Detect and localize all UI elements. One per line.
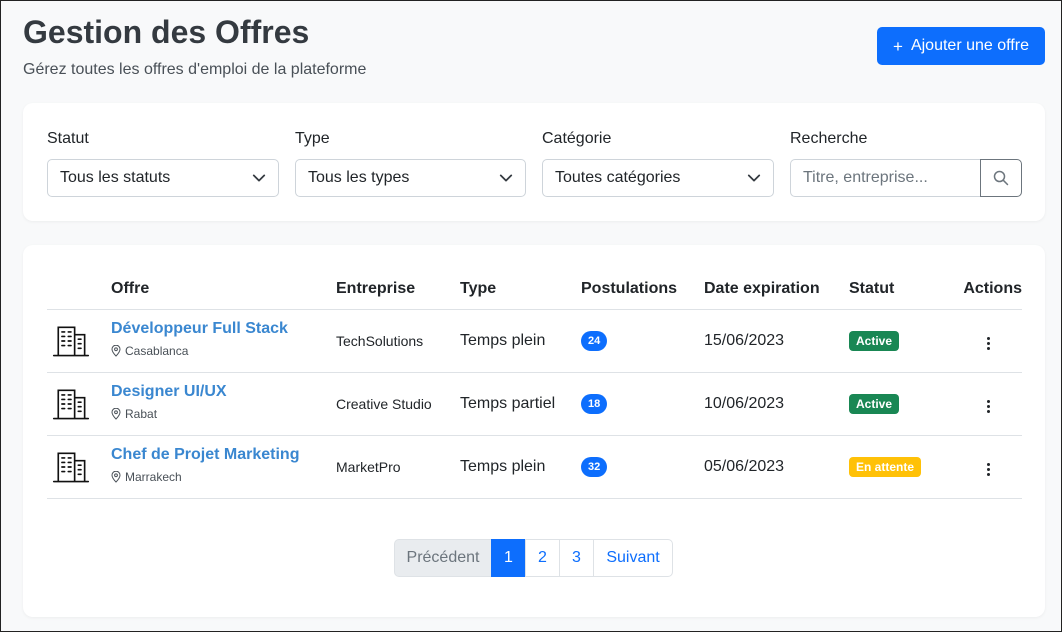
offer-title-link[interactable]: Chef de Projet Marketing bbox=[111, 446, 336, 464]
status-badge: Active bbox=[849, 330, 900, 351]
status-cell: Active bbox=[849, 309, 954, 373]
company-cell: MarketPro bbox=[336, 435, 460, 499]
page-header: Gestion des Offres Gérez toutes les offr… bbox=[23, 13, 366, 79]
status-badge: Active bbox=[849, 393, 900, 414]
plus-icon: + bbox=[893, 36, 903, 56]
type-filter: Type Tous les types bbox=[295, 129, 526, 197]
offer-icon-cell bbox=[47, 309, 111, 373]
column-header-company: Entreprise bbox=[336, 269, 460, 310]
status-filter: Statut Tous les statuts bbox=[47, 129, 279, 197]
add-offer-button[interactable]: + Ajouter une offre bbox=[877, 27, 1045, 65]
pagination-page-1[interactable]: 1 bbox=[491, 539, 526, 577]
building-icon bbox=[47, 447, 91, 487]
offer-cell: Chef de Projet Marketing Marrakech bbox=[111, 435, 336, 499]
icon-column-header bbox=[47, 269, 111, 310]
expiration-cell: 10/06/2023 bbox=[704, 372, 849, 436]
actions-cell bbox=[954, 309, 1022, 373]
offer-location: Rabat bbox=[111, 407, 336, 421]
more-vertical-icon[interactable] bbox=[983, 459, 994, 480]
chevron-down-icon bbox=[747, 174, 761, 182]
status-cell: Active bbox=[849, 372, 954, 436]
chevron-down-icon bbox=[252, 174, 266, 182]
column-header-status: Statut bbox=[849, 269, 954, 310]
company-cell: Creative Studio bbox=[336, 372, 460, 436]
type-select[interactable]: Tous les types bbox=[295, 159, 526, 197]
offer-location: Casablanca bbox=[111, 344, 336, 358]
map-pin-icon bbox=[111, 470, 121, 483]
actions-cell bbox=[954, 435, 1022, 499]
offers-table: Offre Entreprise Type Postulations Date … bbox=[47, 269, 1022, 499]
search-icon bbox=[993, 170, 1009, 186]
offer-title-link[interactable]: Développeur Full Stack bbox=[111, 320, 336, 338]
page-subtitle: Gérez toutes les offres d'emploi de la p… bbox=[23, 61, 367, 78]
more-vertical-icon[interactable] bbox=[983, 396, 994, 417]
expiration-cell: 05/06/2023 bbox=[704, 435, 849, 499]
applications-badge: 32 bbox=[581, 456, 608, 477]
column-header-applications: Postulations bbox=[581, 269, 704, 310]
applications-cell: 24 bbox=[581, 309, 704, 373]
type-select-value: Tous les types bbox=[308, 169, 410, 186]
applications-badge: 18 bbox=[581, 393, 608, 414]
offer-cell: Designer UI/UX Rabat bbox=[111, 372, 336, 436]
map-pin-icon bbox=[111, 407, 121, 420]
applications-cell: 32 bbox=[581, 435, 704, 499]
pagination-next[interactable]: Suivant bbox=[593, 539, 673, 577]
status-filter-label: Statut bbox=[47, 130, 89, 147]
category-select[interactable]: Toutes catégories bbox=[542, 159, 774, 197]
type-cell: Temps plein bbox=[460, 309, 581, 373]
pagination-page-3[interactable]: 3 bbox=[559, 539, 594, 577]
search-group bbox=[790, 159, 1022, 197]
map-pin-icon bbox=[111, 344, 121, 357]
offer-cell: Développeur Full Stack Casablanca bbox=[111, 309, 336, 373]
offer-location-text: Marrakech bbox=[125, 469, 182, 484]
offer-location: Marrakech bbox=[111, 470, 336, 484]
offer-title-link[interactable]: Designer UI/UX bbox=[111, 383, 336, 401]
status-cell: En attente bbox=[849, 435, 954, 499]
category-select-value: Toutes catégories bbox=[555, 169, 681, 186]
type-filter-label: Type bbox=[295, 130, 330, 147]
search-filter-label: Recherche bbox=[790, 130, 868, 147]
offer-icon-cell bbox=[47, 372, 111, 436]
filters-card: Statut Tous les statuts Type Tous les ty… bbox=[23, 103, 1045, 221]
search-button[interactable] bbox=[980, 159, 1022, 197]
table-row: Chef de Projet Marketing Marrakech Marke… bbox=[47, 435, 1022, 499]
offer-location-text: Casablanca bbox=[125, 343, 189, 358]
pagination-page-2[interactable]: 2 bbox=[525, 539, 560, 577]
page-title: Gestion des Offres bbox=[23, 14, 310, 50]
building-icon bbox=[47, 321, 91, 361]
offers-table-card: Offre Entreprise Type Postulations Date … bbox=[23, 245, 1045, 617]
status-select-value: Tous les statuts bbox=[60, 169, 171, 186]
category-filter: Catégorie Toutes catégories bbox=[542, 129, 774, 197]
column-header-offer: Offre bbox=[111, 269, 336, 310]
column-header-type: Type bbox=[460, 269, 581, 310]
table-row: Développeur Full Stack Casablanca TechSo… bbox=[47, 309, 1022, 373]
building-icon bbox=[47, 384, 91, 424]
column-header-expiration: Date expiration bbox=[704, 269, 849, 310]
column-header-actions: Actions bbox=[954, 269, 1022, 310]
expiration-cell: 15/06/2023 bbox=[704, 309, 849, 373]
actions-cell bbox=[954, 372, 1022, 436]
add-offer-label: Ajouter une offre bbox=[910, 37, 1029, 54]
search-input[interactable] bbox=[790, 159, 980, 197]
offer-icon-cell bbox=[47, 435, 111, 499]
table-header-row: Offre Entreprise Type Postulations Date … bbox=[47, 269, 1022, 310]
company-cell: TechSolutions bbox=[336, 309, 460, 373]
search-filter: Recherche bbox=[790, 129, 1022, 197]
chevron-down-icon bbox=[499, 174, 513, 182]
offer-location-text: Rabat bbox=[125, 406, 158, 421]
applications-cell: 18 bbox=[581, 372, 704, 436]
more-vertical-icon[interactable] bbox=[983, 333, 994, 354]
table-row: Designer UI/UX Rabat Creative Studio Tem… bbox=[47, 372, 1022, 436]
status-badge: En attente bbox=[849, 456, 922, 477]
applications-badge: 24 bbox=[581, 330, 608, 351]
pagination: Précédent 1 2 3 Suivant bbox=[394, 539, 673, 577]
pagination-previous[interactable]: Précédent bbox=[394, 539, 492, 577]
category-filter-label: Catégorie bbox=[542, 130, 612, 147]
type-cell: Temps plein bbox=[460, 435, 581, 499]
status-select[interactable]: Tous les statuts bbox=[47, 159, 279, 197]
type-cell: Temps partiel bbox=[460, 372, 581, 436]
